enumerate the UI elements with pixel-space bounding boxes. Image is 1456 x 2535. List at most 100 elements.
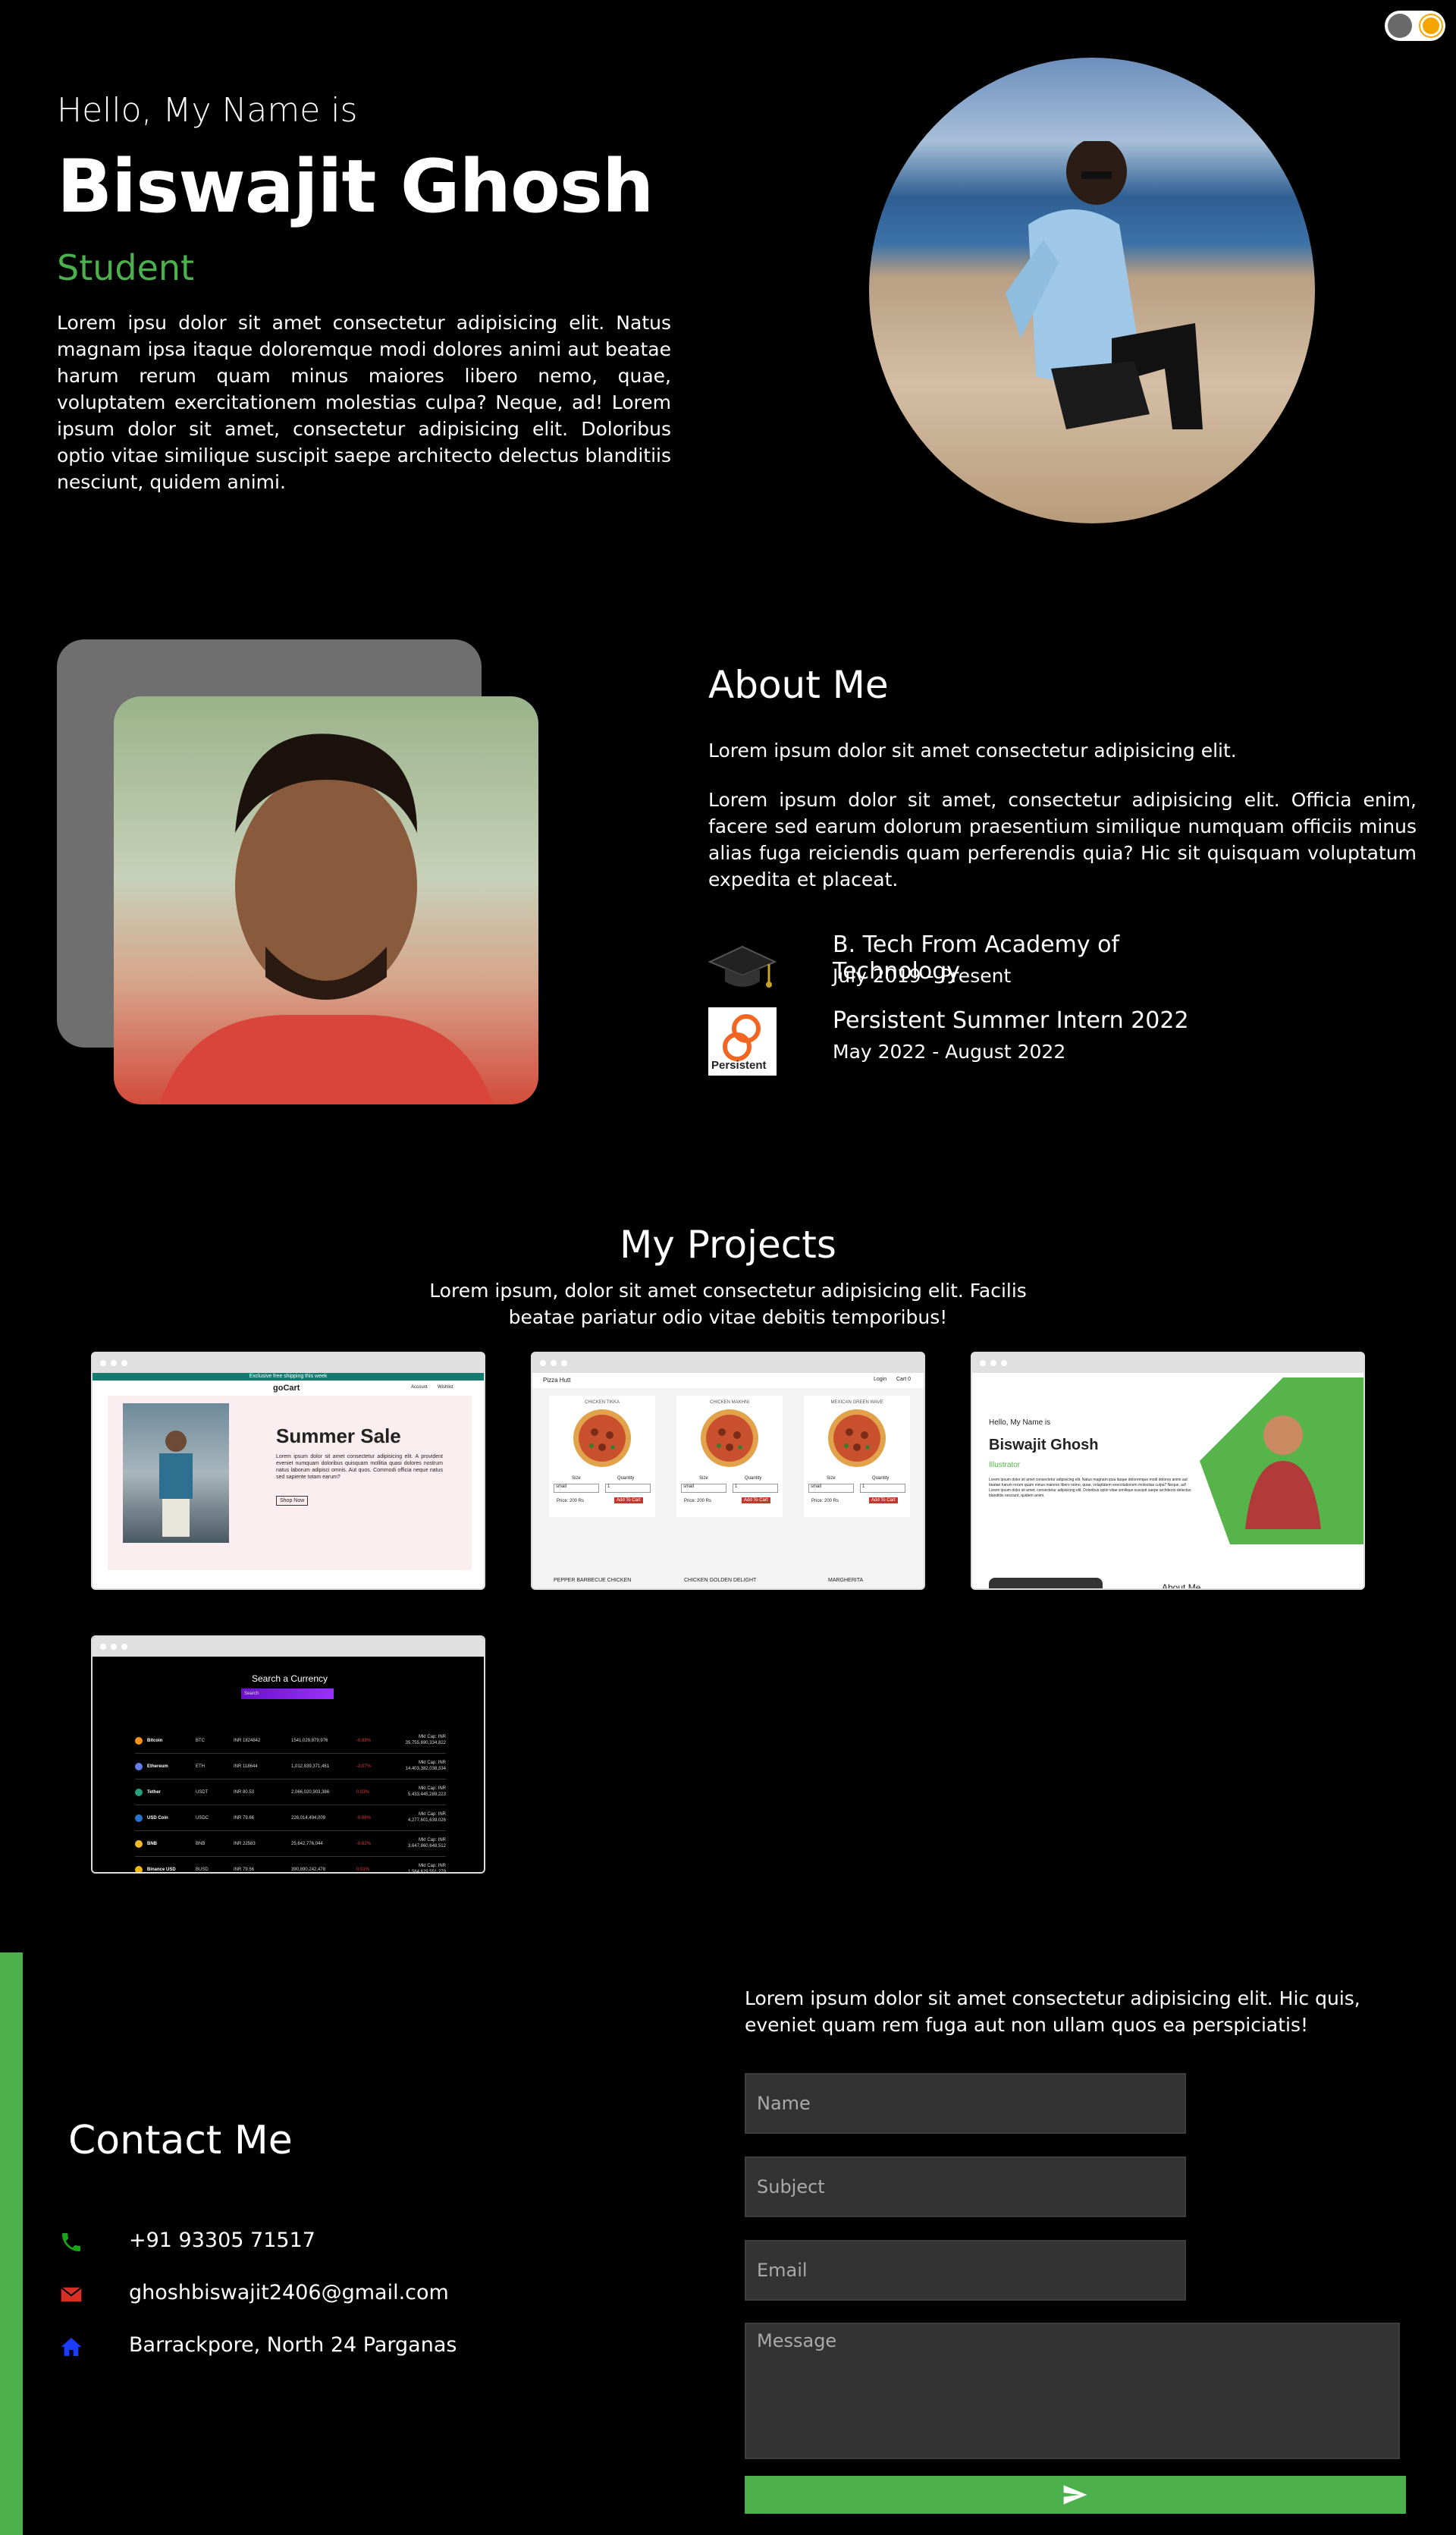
pizza-brand: Pizza Hutt xyxy=(543,1377,571,1384)
pizza-row2-item: CHICKEN GOLDEN DELIGHT xyxy=(684,1578,757,1583)
browser-bar xyxy=(93,1637,484,1657)
add-to-cart-button[interactable]: Add To Cart xyxy=(742,1497,770,1503)
coin-icon xyxy=(135,1814,143,1822)
crypto-row: Ethereum ETH INR 118644 1,012,839,371,461 -2… xyxy=(135,1757,446,1780)
project-card-crypto[interactable]: Search a Currency Search Bitcoin BTC INR 1… xyxy=(91,1635,485,1874)
contact-accent-bar xyxy=(0,1952,23,2535)
pizza-price: Price: 200 Rs xyxy=(557,1499,585,1503)
coin-market-cap: Mkt Cap: INR 1,564,629,551,279 xyxy=(407,1864,446,1874)
gocart-nav-wishlist: Wishlist xyxy=(438,1385,453,1390)
coin-name: Binance USD xyxy=(147,1867,176,1872)
about-body: Lorem ipsum dolor sit amet, consectetur … xyxy=(708,789,1417,891)
hero-name: Biswajit Ghosh xyxy=(57,144,654,229)
send-button[interactable] xyxy=(745,2476,1406,2514)
contact-lead: Lorem ipsum dolor sit amet consectetur a… xyxy=(745,1987,1360,2036)
pizza-card: CHICKEN TIKKA Size Quantity small 1 Price: 20… xyxy=(549,1396,655,1517)
pizza-card: CHICKEN MAKHNI Size Quantity small 1 Price: 2… xyxy=(676,1396,783,1517)
pizza-size-label: Size xyxy=(572,1476,581,1481)
project-card-gocart[interactable]: Exclusive free shipping this week goCart… xyxy=(91,1352,485,1590)
pizza-price: Price: 200 Rs xyxy=(684,1499,712,1503)
coin-name: USD Coin xyxy=(147,1816,168,1820)
coin-volume: 2,066,020,903,386 xyxy=(291,1790,330,1795)
coin-volume: 1541,029,879,976 xyxy=(291,1739,328,1743)
coin-volume: 25,642,776,044 xyxy=(291,1842,323,1846)
crypto-title: Search a Currency xyxy=(251,1673,328,1684)
message-field[interactable]: Message xyxy=(745,2323,1400,2459)
add-to-cart-button[interactable]: Add To Cart xyxy=(614,1497,643,1503)
graduation-cap-icon xyxy=(708,945,777,988)
contact-address: Barrackpore, North 24 Parganas xyxy=(59,2332,590,2362)
coin-market-cap: Mkt Cap: INR 3,647,860,648,512 xyxy=(407,1838,446,1849)
gocart-hero-image xyxy=(123,1403,229,1543)
pizza-size-select[interactable]: small xyxy=(554,1484,599,1493)
contact-email[interactable]: ghoshbiswajit2406@gmail.com xyxy=(59,2279,590,2310)
education-item: B. Tech From Academy of Technology July … xyxy=(708,931,1239,1000)
pizza-qty-label: Quantity xyxy=(617,1476,635,1481)
portfolio-about-title: About Me xyxy=(1162,1582,1201,1590)
pizza-nav-login: Login xyxy=(874,1377,887,1382)
portfolio-about-photo xyxy=(989,1578,1103,1588)
project-card-portfolio[interactable]: Hello, My Name is Biswajit Ghosh Illustr… xyxy=(971,1352,1365,1590)
coin-price: INR 79.56 xyxy=(234,1867,255,1872)
hero-bio: Lorem ipsu dolor sit amet consectetur ad… xyxy=(57,312,671,493)
add-to-cart-button[interactable]: Add To Cart xyxy=(869,1497,898,1503)
pizza-qty-input[interactable]: 1 xyxy=(860,1484,905,1493)
theme-toggle[interactable] xyxy=(1385,11,1445,41)
coin-price: INR 1824842 xyxy=(234,1739,261,1743)
project-screenshot: Hello, My Name is Biswajit Ghosh Illustr… xyxy=(972,1373,1363,1588)
crypto-search-input: Search xyxy=(241,1688,334,1699)
pizza-size-select[interactable]: small xyxy=(808,1484,854,1493)
hero-role: Student xyxy=(57,247,195,288)
coin-icon xyxy=(135,1763,143,1770)
contact-phone[interactable]: +91 93305 71517 xyxy=(59,2227,590,2257)
crypto-row: Binance USD BUSD INR 79.56 390,890,242,478 0… xyxy=(135,1860,446,1874)
pizza-name: CHICKEN TIKKA xyxy=(585,1400,620,1405)
pizza-card: MEXICAN GREEN WAVE Size Quantity small 1 Pric… xyxy=(804,1396,910,1517)
name-field[interactable]: Name xyxy=(745,2073,1186,2134)
education-dates: July 2019 - Present xyxy=(833,965,1012,987)
persistent-logo-text: Persistent xyxy=(711,1059,767,1072)
pizza-qty-input[interactable]: 1 xyxy=(605,1484,651,1493)
coin-change: -0.89% xyxy=(356,1739,372,1743)
pizza-nav-cart: Cart 0 xyxy=(896,1377,912,1382)
coin-market-cap: Mkt Cap: INR 4,277,601,639,026 xyxy=(407,1812,446,1823)
gocart-banner: Exclusive free shipping this week xyxy=(93,1373,484,1381)
coin-name: Bitcoin xyxy=(147,1739,163,1743)
pizza-qty-input[interactable]: 1 xyxy=(733,1484,778,1493)
projects-title: My Projects xyxy=(620,1223,836,1267)
coin-symbol: USDC xyxy=(196,1816,209,1820)
toggle-knob xyxy=(1388,14,1412,38)
pizza-name: MEXICAN GREEN WAVE xyxy=(830,1400,883,1405)
pizza-size-select[interactable]: small xyxy=(681,1484,726,1493)
about-lead: Lorem ipsum dolor sit amet consectetur a… xyxy=(708,740,1237,762)
browser-bar xyxy=(972,1353,1363,1373)
coin-change: -0.06% xyxy=(356,1816,372,1820)
person-illustration xyxy=(1006,141,1203,429)
hero-profile-photo xyxy=(869,58,1315,523)
portfolio-greeting: Hello, My Name is xyxy=(989,1418,1051,1427)
coin-volume: 226,014,494,009 xyxy=(291,1816,326,1820)
project-card-pizza[interactable]: Pizza Hutt Login Cart 0 CHICKEN TIKKA Siz… xyxy=(531,1352,925,1590)
mail-icon xyxy=(61,2286,82,2302)
portrait-illustration xyxy=(159,733,493,1104)
coin-price: INR 118644 xyxy=(234,1764,258,1769)
contact-phone-text: +91 93305 71517 xyxy=(129,2229,315,2252)
crypto-row: BNB BNB INR 22583 25,642,776,044 -0.62% Mkt C… xyxy=(135,1834,446,1857)
coin-symbol: BNB xyxy=(196,1842,206,1846)
coin-name: Ethereum xyxy=(147,1764,168,1769)
about-title: About Me xyxy=(708,663,889,707)
email-field[interactable]: Email xyxy=(745,2240,1186,2301)
subject-field[interactable]: Subject xyxy=(745,2156,1186,2217)
coin-symbol: ETH xyxy=(196,1764,205,1769)
pizza-image xyxy=(828,1409,886,1467)
coin-change: -2.07% xyxy=(356,1764,372,1769)
coin-icon xyxy=(135,1789,143,1796)
contact-title: Contact Me xyxy=(68,2118,293,2163)
gocart-shop-button: Shop Now xyxy=(276,1496,309,1506)
coin-market-cap: Mkt Cap: INR 5,433,445,289,223 xyxy=(407,1786,446,1797)
pizza-row2-item: MARGHERITA xyxy=(828,1578,864,1583)
persistent-logo: Persistent xyxy=(708,1007,777,1076)
coin-symbol: BUSD xyxy=(196,1867,209,1872)
coin-market-cap: Mkt Cap: INR 14,403,382,038,334 xyxy=(405,1761,446,1771)
pizza-qty-label: Quantity xyxy=(745,1476,762,1481)
